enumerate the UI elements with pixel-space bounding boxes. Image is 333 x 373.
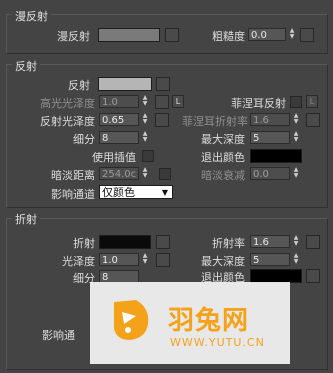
ior-map-button[interactable] bbox=[306, 235, 320, 249]
reflect-color-swatch[interactable] bbox=[98, 77, 152, 91]
refl-gloss-label: 反射光泽度 bbox=[40, 115, 95, 128]
watermark-url: WWW.YUTU.CN bbox=[170, 336, 265, 349]
affect-channels-label: 影响通道 bbox=[51, 188, 95, 201]
roughness-input[interactable]: 0.0 bbox=[248, 28, 286, 41]
max-depth-input[interactable]: 5 bbox=[250, 131, 290, 144]
chevron-down-icon: ▼ bbox=[161, 188, 168, 197]
dim-falloff-label: 暗淡衰减 bbox=[201, 169, 245, 182]
use-interp-checkbox[interactable] bbox=[142, 150, 154, 162]
diffuse-color-swatch[interactable] bbox=[98, 28, 160, 42]
diffuse-panel-title: 漫反射 bbox=[12, 8, 51, 24]
fresnel-label: 菲涅耳反射 bbox=[231, 97, 286, 110]
reflect-map-button[interactable] bbox=[156, 77, 170, 91]
refract-panel-title: 折射 bbox=[12, 211, 40, 227]
roughness-spinner[interactable]: ▲ ▼ bbox=[288, 28, 296, 41]
refract-label: 折射 bbox=[73, 237, 95, 250]
fresnel-ior-input[interactable]: 1.6 bbox=[250, 113, 290, 126]
refract-gloss-spinner[interactable]: ▲ ▼ bbox=[141, 253, 149, 266]
exit-color-swatch[interactable] bbox=[250, 149, 302, 163]
ior-input[interactable]: 1.6 bbox=[250, 235, 290, 248]
hilight-gloss-spinner[interactable]: ▲ ▼ bbox=[141, 95, 149, 108]
dim-falloff-input[interactable]: 0.0 bbox=[250, 167, 290, 180]
reflect-label: 反射 bbox=[68, 79, 90, 92]
refract-exit-color-swatch[interactable] bbox=[250, 269, 302, 283]
refract-gloss-map-button[interactable] bbox=[156, 253, 170, 267]
refract-map-button[interactable] bbox=[156, 235, 170, 249]
subdivs-input[interactable]: 8 bbox=[99, 131, 139, 144]
fresnel-ior-map-button[interactable] bbox=[306, 113, 320, 127]
hilight-gloss-label: 高光光泽度 bbox=[40, 97, 95, 110]
affect-channels-value: 仅颜色 bbox=[102, 186, 135, 199]
max-depth-spinner[interactable]: ▲ ▼ bbox=[292, 131, 300, 144]
refl-gloss-map-button[interactable] bbox=[155, 113, 169, 127]
dim-distance-input[interactable]: 254.0c bbox=[99, 167, 139, 180]
fresnel-checkbox[interactable] bbox=[290, 96, 302, 108]
rabbit-logo-icon bbox=[106, 294, 156, 344]
roughness-map-button[interactable] bbox=[300, 28, 314, 42]
subdivs-spinner[interactable]: ▲ ▼ bbox=[141, 131, 149, 144]
refract-exit-color-button[interactable] bbox=[306, 269, 320, 283]
diffuse-label: 漫反射 bbox=[57, 30, 90, 43]
refract-max-depth-spinner[interactable]: ▲ ▼ bbox=[292, 253, 300, 266]
refl-gloss-input[interactable]: 0.65 bbox=[99, 113, 139, 126]
lock-button[interactable]: L bbox=[172, 95, 184, 108]
exit-color-label: 退出颜色 bbox=[201, 151, 245, 164]
refl-gloss-spinner[interactable]: ▲ ▼ bbox=[141, 113, 149, 126]
watermark-brand: 羽兔网 bbox=[168, 306, 250, 336]
hilight-gloss-map-button[interactable] bbox=[155, 95, 169, 109]
refract-gloss-input[interactable]: 1.0 bbox=[99, 253, 139, 266]
roughness-label: 粗糙度 bbox=[212, 30, 245, 43]
affect-channels-dropdown[interactable]: 仅颜色 ▼ bbox=[99, 185, 173, 199]
refract-gloss-label: 光泽度 bbox=[62, 255, 95, 268]
use-interp-label: 使用插值 bbox=[92, 151, 136, 164]
diffuse-map-button[interactable] bbox=[165, 28, 179, 42]
dim-distance-spinner[interactable]: ▲ ▼ bbox=[141, 167, 149, 180]
ior-spinner[interactable]: ▲ ▼ bbox=[292, 235, 300, 248]
ior-label: 折射率 bbox=[212, 237, 245, 250]
fresnel-ior-spinner[interactable]: ▲ ▼ bbox=[292, 113, 300, 126]
subdivs-label: 细分 bbox=[73, 133, 95, 146]
max-depth-label: 最大深度 bbox=[201, 133, 245, 146]
refract-max-depth-label: 最大深度 bbox=[201, 255, 245, 268]
hilight-gloss-input[interactable]: 1.0 bbox=[99, 95, 139, 108]
dim-distance-label: 暗淡距离 bbox=[51, 169, 95, 182]
dim-distance-checkbox[interactable] bbox=[159, 168, 171, 180]
refract-max-depth-input[interactable]: 5 bbox=[250, 253, 290, 266]
reflect-panel-title: 反射 bbox=[12, 58, 40, 74]
refract-color-swatch[interactable] bbox=[99, 235, 151, 249]
fresnel-ior-label: 菲涅耳折射率 bbox=[182, 115, 248, 128]
fresnel-lock-button[interactable]: L bbox=[306, 95, 318, 108]
dim-falloff-spinner[interactable]: ▲ ▼ bbox=[292, 167, 300, 180]
refract-affect-label: 影响通 bbox=[42, 329, 75, 342]
